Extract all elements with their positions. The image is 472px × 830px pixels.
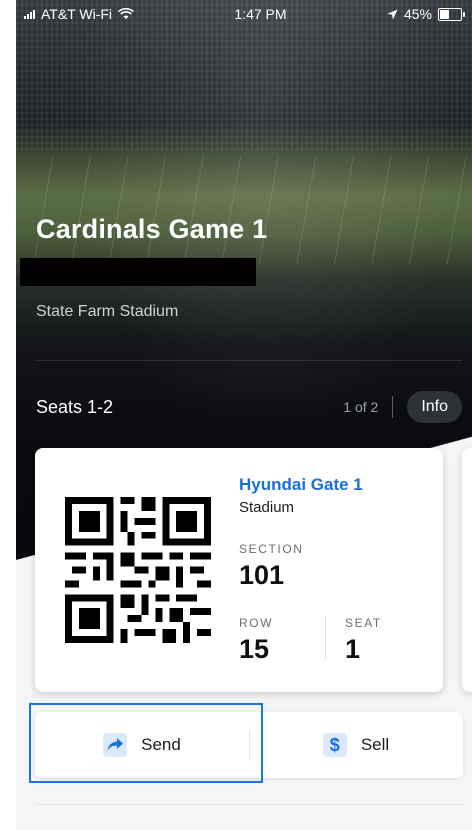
- event-title: Cardinals Game 1: [36, 214, 268, 244]
- info-button[interactable]: Info: [407, 391, 462, 423]
- ticket-card[interactable]: Hyundai Gate 1 Stadium SECTION 101 ROW 1…: [35, 448, 443, 692]
- next-ticket-card-peek[interactable]: [462, 448, 472, 692]
- battery-fill: [439, 9, 449, 19]
- gate-name[interactable]: Hyundai Gate 1: [239, 475, 363, 495]
- qr-code: [65, 497, 211, 643]
- status-bar: AT&T Wi-Fi 1:47 PM 45%: [16, 0, 472, 28]
- counter-separator: [392, 396, 394, 418]
- status-left: AT&T Wi-Fi: [24, 6, 134, 22]
- seats-label: Seats 1-2: [36, 396, 114, 417]
- carrier-label: AT&T Wi-Fi: [41, 6, 113, 22]
- send-label: Send: [141, 735, 181, 754]
- location-arrow-icon: [387, 9, 398, 19]
- seat-value: 1: [345, 634, 361, 664]
- bottom-divider: [35, 804, 463, 805]
- sell-label: Sell: [360, 735, 390, 754]
- sell-button[interactable]: $ Sell: [249, 712, 463, 778]
- seat-label: SEAT: [345, 616, 382, 630]
- seats-row: Seats 1-2 1 of 2 Info: [36, 390, 462, 424]
- row-seat-separator: [325, 616, 326, 660]
- ticket-actions: Send $ Sell: [35, 712, 463, 778]
- left-edge-strip: [0, 0, 16, 830]
- battery-icon: [437, 7, 465, 21]
- section-value: 101: [239, 560, 285, 590]
- row-label: ROW: [239, 616, 274, 630]
- clock: 1:47 PM: [234, 6, 287, 22]
- venue-name: State Farm Stadium: [36, 303, 179, 320]
- field-lines: [16, 155, 472, 265]
- gate-subtitle: Stadium: [239, 499, 295, 516]
- send-arrow-icon: [103, 733, 128, 757]
- section-label: SECTION: [239, 542, 304, 556]
- signal-icon: [24, 9, 35, 19]
- battery-percent: 45%: [403, 6, 432, 22]
- dollar-icon: $: [322, 733, 347, 757]
- wifi-icon: [118, 8, 134, 19]
- redacted-bar: [20, 258, 256, 286]
- row-value: 15: [239, 634, 270, 664]
- hero-divider: [36, 360, 462, 361]
- ticket-counter: 1 of 2: [343, 399, 379, 415]
- send-button[interactable]: Send: [35, 712, 249, 778]
- ticket-screen: AT&T Wi-Fi 1:47 PM 45% Cardinals Game 1 …: [0, 0, 472, 830]
- status-right: 45%: [387, 6, 465, 22]
